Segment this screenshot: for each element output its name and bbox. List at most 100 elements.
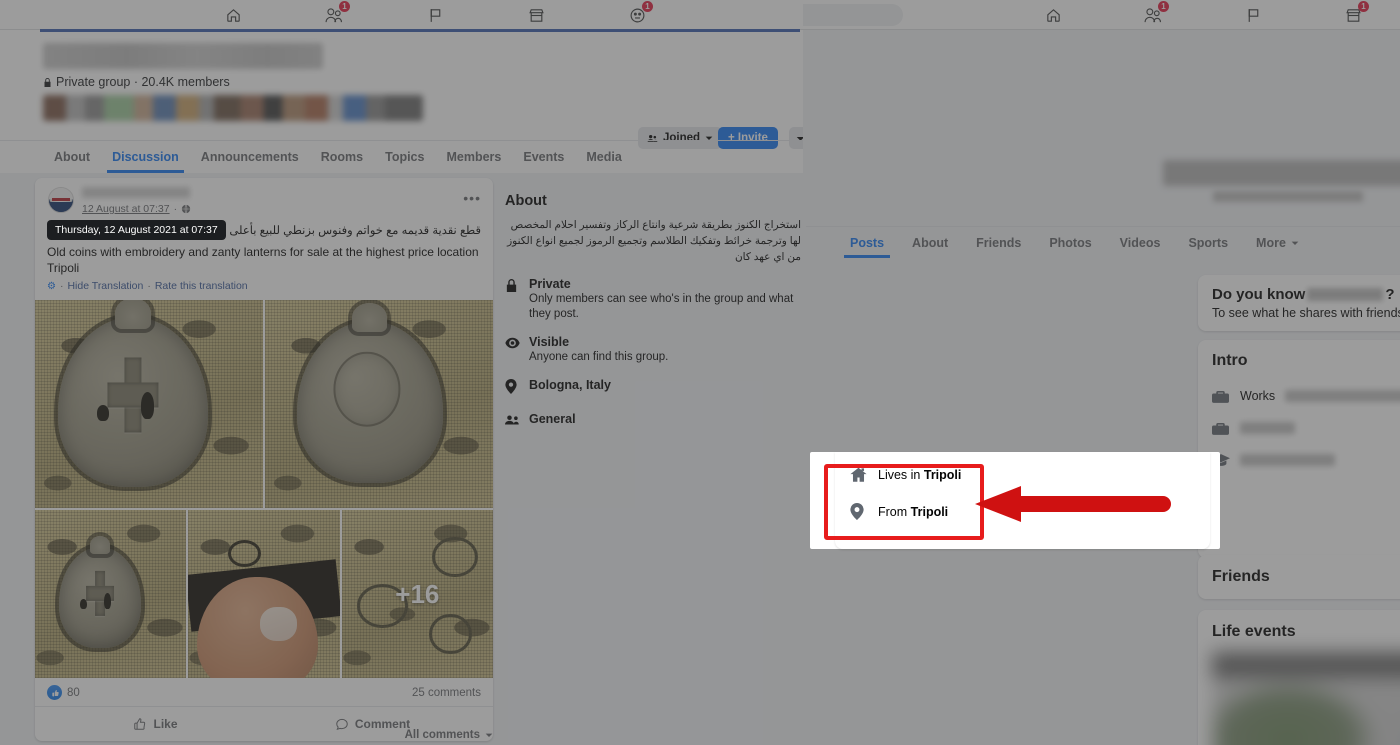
tab-about[interactable]: About xyxy=(898,227,962,258)
post-photo-5-more[interactable]: +16 xyxy=(341,510,493,678)
post-photo-2[interactable] xyxy=(265,300,493,508)
friends-heading: Friends xyxy=(1212,568,1270,585)
rate-translation-link[interactable]: Rate this translation xyxy=(155,280,248,292)
do-you-know-prefix: Do you know xyxy=(1212,286,1306,303)
tab-about-label: About xyxy=(54,150,91,164)
post-photo-row-2: +16 xyxy=(35,510,493,678)
friends-icon[interactable]: 1 xyxy=(311,1,357,29)
search-input[interactable]: book xyxy=(803,4,903,26)
friends-badge: 1 xyxy=(339,1,350,12)
translation-controls: ⚙ · Hide Translation · Rate this transla… xyxy=(35,276,493,300)
tab-announcements[interactable]: Announcements xyxy=(190,141,310,173)
profile-tabbar: Posts About Friends Photos Videos Sports… xyxy=(806,226,1400,258)
chevron-down-icon xyxy=(485,733,493,737)
intro-works-value-redacted xyxy=(1285,390,1400,402)
dot-sep-1: · xyxy=(59,280,64,292)
eye-icon xyxy=(505,335,520,365)
intro-work2-value-redacted xyxy=(1240,422,1295,434)
friends-icon[interactable]: 1 xyxy=(1130,1,1176,29)
about-item-category: General xyxy=(505,412,801,431)
post-menu-button[interactable]: ••• xyxy=(463,190,481,206)
friends-card: Friends See All Friends xyxy=(1198,555,1400,599)
profile-subtitle-redacted xyxy=(1213,191,1363,202)
post-header: 12 August at 07:37 · ••• Thursday, 12 Au… xyxy=(35,178,493,240)
about-category-title: General xyxy=(529,412,576,426)
tab-videos[interactable]: Videos xyxy=(1106,227,1175,258)
tab-media-label: Media xyxy=(586,150,622,164)
intro-heading: Intro xyxy=(1212,352,1248,369)
intro-row-work-2 xyxy=(1212,412,1400,444)
do-you-know-card: Do you know ? To see what he shares with… xyxy=(1198,275,1400,331)
life-events-card: Life events See all xyxy=(1198,610,1400,745)
pin-icon xyxy=(505,378,520,399)
group-privacy-line: Private group · 20.4K members xyxy=(43,75,230,89)
intro-card: Intro Works xyxy=(1198,340,1400,558)
friends-badge: 1 xyxy=(1158,1,1169,12)
tab-media[interactable]: Media xyxy=(575,141,632,173)
tab-events[interactable]: Events xyxy=(512,141,575,173)
group-icon xyxy=(505,412,520,431)
tab-discussion[interactable]: Discussion xyxy=(101,141,190,173)
tab-announcements-label: Announcements xyxy=(200,150,299,164)
tab-discussion-label: Discussion xyxy=(112,150,179,164)
groups-icon[interactable]: 1 xyxy=(614,1,660,29)
group-content-area: 12 August at 07:37 · ••• Thursday, 12 Au… xyxy=(0,173,803,745)
intro-row-works: Works xyxy=(1212,380,1400,412)
profile-cover-photo[interactable] xyxy=(806,31,1400,141)
tab-posts[interactable]: Posts xyxy=(836,227,898,258)
avatar[interactable] xyxy=(48,187,74,213)
home-icon[interactable] xyxy=(210,1,256,29)
tab-about[interactable]: About xyxy=(43,141,101,173)
pages-flag-icon[interactable] xyxy=(412,1,458,29)
member-facepile[interactable] xyxy=(43,95,423,121)
group-about-sidebar: About استخراج الكنوز بطريقة شرعية وانتاع… xyxy=(505,193,801,444)
about-private-desc: Only members can see who's in the group … xyxy=(529,293,794,320)
tab-topics-label: Topics xyxy=(385,150,425,164)
red-arrow-annotation xyxy=(975,486,1171,522)
groups-badge: 1 xyxy=(642,1,653,12)
reactions-summary[interactable]: 80 xyxy=(47,685,80,700)
marketplace-badge: 1 xyxy=(1358,1,1369,12)
screenshot-root: 1 1 Private group · 20.4K members Joined… xyxy=(0,0,1400,745)
all-comments-selector[interactable]: All comments xyxy=(35,729,493,741)
intro-row-lives-in-placeholder xyxy=(1212,476,1400,510)
tab-more[interactable]: More xyxy=(1242,227,1313,258)
home-icon[interactable] xyxy=(1030,1,1076,29)
tab-members-label: Members xyxy=(446,150,502,164)
about-item-private: Private Only members can see who's in th… xyxy=(505,277,801,322)
red-highlight-box xyxy=(824,464,984,540)
about-private-title: Private xyxy=(529,277,571,291)
marketplace-icon[interactable]: 1 xyxy=(1330,1,1376,29)
post-card: 12 August at 07:37 · ••• Thursday, 12 Au… xyxy=(35,178,493,741)
briefcase-icon xyxy=(1212,389,1230,404)
post-author-name-redacted[interactable] xyxy=(82,187,190,198)
post-photo-4[interactable] xyxy=(188,510,340,678)
tab-topics[interactable]: Topics xyxy=(374,141,435,173)
intro-row-education xyxy=(1212,444,1400,476)
hide-translation-link[interactable]: Hide Translation xyxy=(67,280,143,292)
tab-about-label: About xyxy=(912,235,949,250)
tab-photos-label: Photos xyxy=(1049,235,1092,250)
about-item-location: Bologna, Italy xyxy=(505,378,801,399)
tab-members[interactable]: Members xyxy=(435,141,512,173)
all-comments-label: All comments xyxy=(404,729,480,741)
comments-count[interactable]: 25 comments xyxy=(412,687,481,699)
tab-posts-label: Posts xyxy=(850,235,885,250)
profile-page-window: book 1 1 xyxy=(803,0,1400,745)
pages-flag-icon[interactable] xyxy=(1230,1,1276,29)
do-you-know-body: To see what he shares with friends, send… xyxy=(1212,306,1400,320)
gear-icon[interactable]: ⚙ xyxy=(47,281,56,292)
post-photo-1[interactable] xyxy=(35,300,263,508)
tab-friends[interactable]: Friends xyxy=(962,227,1035,258)
left-nav-icon-group: 1 1 xyxy=(210,0,660,30)
tab-sports[interactable]: Sports xyxy=(1174,227,1242,258)
tab-events-label: Events xyxy=(523,150,565,164)
life-events-preview-redacted xyxy=(1212,652,1400,745)
post-timestamp[interactable]: 12 August at 07:37 xyxy=(82,203,170,215)
marketplace-icon[interactable] xyxy=(513,1,559,29)
tab-rooms[interactable]: Rooms xyxy=(310,141,374,173)
post-timestamp-row: 12 August at 07:37 · xyxy=(82,203,191,215)
tab-photos[interactable]: Photos xyxy=(1035,227,1105,258)
post-photo-3[interactable] xyxy=(35,510,187,678)
group-name-redacted xyxy=(43,43,323,69)
